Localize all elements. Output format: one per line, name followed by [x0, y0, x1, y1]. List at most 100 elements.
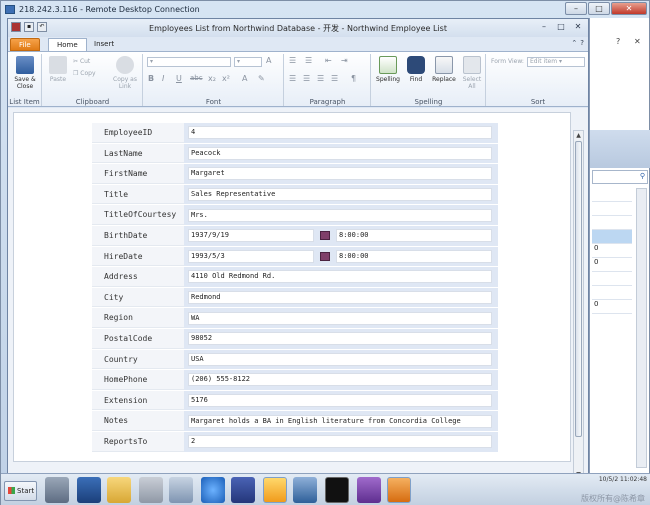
list-item[interactable]: 0	[592, 244, 632, 258]
sharepoint-designer-icon[interactable]	[231, 477, 255, 503]
field-input[interactable]: Mrs.	[188, 208, 492, 222]
time-input[interactable]: 8:00:00	[336, 229, 492, 243]
field-input[interactable]: Peacock	[188, 146, 492, 160]
field-input[interactable]: USA	[188, 352, 492, 366]
list-item[interactable]: 0	[592, 258, 632, 272]
text-direction-icon[interactable]: ¶	[351, 74, 356, 83]
bullets-icon[interactable]: ☰	[289, 56, 296, 65]
field-input[interactable]: 4	[188, 126, 492, 140]
powershell-icon[interactable]	[77, 477, 101, 503]
cut-button[interactable]: ✂ Cut	[73, 58, 90, 65]
form-scrollbar[interactable]: ▲ ▼	[573, 130, 584, 480]
window-title-bar[interactable]: ▪ ↶ Employees List from Northwind Databa…	[8, 19, 588, 37]
underline-button[interactable]: U	[176, 74, 182, 83]
maximize-button[interactable]: □	[554, 22, 568, 33]
find-button[interactable]: Find	[404, 56, 428, 83]
calendar-icon[interactable]	[320, 251, 330, 261]
sharepoint-workspace-icon[interactable]	[263, 477, 287, 503]
justify-icon[interactable]: ☰	[331, 74, 338, 83]
settings-icon[interactable]	[169, 477, 193, 503]
field-input[interactable]: Margaret	[188, 167, 492, 181]
search-icon[interactable]: ⚲	[640, 172, 645, 180]
clock[interactable]: 10/5/2 11:02:48	[599, 476, 647, 484]
highlight-icon[interactable]: ✎	[258, 74, 265, 83]
time-input[interactable]: 8:00:00	[336, 249, 492, 263]
list-item[interactable]: 0	[592, 300, 632, 314]
list-item[interactable]	[592, 286, 632, 300]
tab-insert[interactable]: Insert	[86, 38, 122, 51]
strikethrough-button[interactable]: abc	[190, 74, 203, 82]
bold-button[interactable]: B	[148, 74, 154, 83]
field-value-cell: Redmond	[184, 287, 498, 308]
align-center-icon[interactable]: ☰	[303, 74, 310, 83]
font-color-icon[interactable]: A	[242, 74, 247, 83]
command-prompt-icon[interactable]	[325, 477, 349, 503]
group-label: Font	[205, 98, 222, 106]
field-value-cell: 2	[184, 431, 498, 452]
rdp-title-bar[interactable]: 218.242.3.116 - Remote Desktop Connectio…	[1, 1, 649, 18]
field-input[interactable]: 98052	[188, 332, 492, 346]
bg-scrollbar[interactable]	[636, 188, 647, 468]
field-label: Title	[92, 184, 184, 205]
server-manager-icon[interactable]	[45, 477, 69, 503]
field-input[interactable]: Redmond	[188, 291, 492, 305]
bg-help-icon[interactable]: ?	[616, 37, 620, 46]
help-icon[interactable]: ?	[580, 39, 584, 47]
list-item[interactable]	[592, 230, 632, 244]
field-input[interactable]: 5176	[188, 394, 492, 408]
list-item[interactable]	[592, 202, 632, 216]
increase-indent-icon[interactable]: ⇥	[341, 56, 348, 65]
paste-button[interactable]: Paste	[46, 56, 70, 83]
decrease-indent-icon[interactable]: ⇤	[325, 56, 332, 65]
scroll-thumb[interactable]	[575, 141, 582, 437]
field-input[interactable]: Sales Representative	[188, 188, 492, 202]
subscript-button[interactable]: x₂	[208, 74, 216, 83]
italic-button[interactable]: I	[162, 74, 164, 83]
access-icon[interactable]	[387, 477, 411, 503]
spelling-button[interactable]: Spelling	[374, 56, 402, 83]
bg-search-input[interactable]: ⚲	[592, 170, 648, 184]
select-all-button[interactable]: Select All	[460, 56, 484, 90]
date-input[interactable]: 1937/9/19	[188, 229, 314, 243]
copy-button[interactable]: ❐ Copy	[73, 70, 96, 77]
field-input[interactable]: Margaret holds a BA in English literatur…	[188, 414, 492, 428]
numbering-icon[interactable]: ☰	[305, 56, 312, 65]
list-item[interactable]	[592, 272, 632, 286]
rdp-minimize-button[interactable]: –	[565, 2, 587, 15]
font-size-combo[interactable]: ▾	[234, 57, 262, 67]
save-close-button[interactable]: Save & Close	[10, 56, 40, 90]
tools-icon[interactable]	[139, 477, 163, 503]
infopath-icon[interactable]	[357, 477, 381, 503]
ie-icon[interactable]	[201, 477, 225, 503]
replace-button[interactable]: Replace	[430, 56, 458, 83]
field-input[interactable]: (206) 555-8122	[188, 373, 492, 387]
superscript-button[interactable]: x²	[222, 74, 230, 83]
form-row: City Redmond	[92, 287, 498, 309]
start-button[interactable]: Start	[4, 481, 37, 501]
copy-as-link-button[interactable]: Copy as Link	[111, 56, 139, 90]
align-right-icon[interactable]: ☰	[317, 74, 324, 83]
field-input[interactable]: 2	[188, 435, 492, 449]
bg-close-icon[interactable]: ✕	[634, 37, 641, 46]
tab-file[interactable]: File	[10, 38, 40, 51]
font-name-combo[interactable]: ▾	[147, 57, 231, 67]
tab-home[interactable]: Home	[48, 38, 87, 51]
field-label: Notes	[92, 411, 184, 431]
calendar-icon[interactable]	[320, 231, 330, 241]
minimize-button[interactable]: –	[537, 22, 551, 33]
rdp-maximize-button[interactable]: □	[588, 2, 610, 15]
align-left-icon[interactable]: ☰	[289, 74, 296, 83]
close-button[interactable]: ✕	[571, 22, 585, 33]
explorer-icon[interactable]	[107, 477, 131, 503]
grow-font-icon[interactable]: A	[266, 56, 271, 65]
list-item[interactable]	[592, 216, 632, 230]
form-view-combo[interactable]: Edit item ▾	[527, 57, 585, 67]
list-item[interactable]	[592, 188, 632, 202]
field-input[interactable]: 4110 Old Redmond Rd.	[188, 270, 492, 284]
network-icon[interactable]	[293, 477, 317, 503]
scroll-up-icon[interactable]: ▲	[574, 131, 583, 140]
field-input[interactable]: WA	[188, 311, 492, 325]
rdp-close-button[interactable]: ✕	[611, 2, 647, 15]
minimize-ribbon-icon[interactable]: ⌃	[571, 39, 577, 47]
date-input[interactable]: 1993/5/3	[188, 249, 314, 263]
